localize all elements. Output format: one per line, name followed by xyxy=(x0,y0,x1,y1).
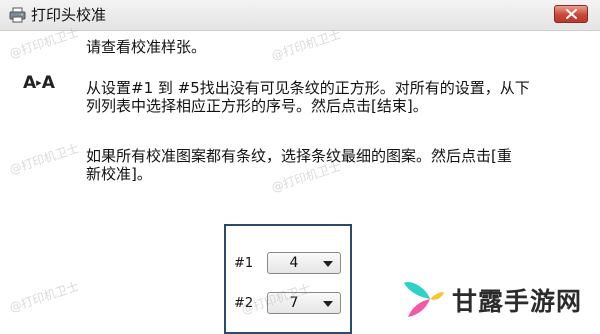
alignment-icon-letter-left: A xyxy=(23,73,36,93)
brand-logo-icon xyxy=(404,281,444,317)
alignment-icon: A▸A xyxy=(23,73,55,93)
brand-name: 甘露手游网 xyxy=(452,287,583,316)
setting-label: #2 xyxy=(234,296,254,311)
setting-row-2: #2 7 xyxy=(234,292,349,316)
brand-logo: 甘露手游网 xyxy=(400,275,590,321)
setting-label: #1 xyxy=(234,256,254,271)
instruction-paragraph-1-line: 从设置#1 到 #5找出没有可见条纹的正方形。对所有的设置，从下 xyxy=(86,79,530,97)
alignment-icon-arrow: ▸ xyxy=(36,76,41,89)
title-bar: 打印头校准 xyxy=(0,0,600,31)
instruction-paragraph-1: 从设置#1 到 #5找出没有可见条纹的正方形。对所有的设置，从下 列列表中选择相… xyxy=(86,79,530,115)
select-value: 7 xyxy=(289,295,299,311)
chevron-down-icon xyxy=(323,301,333,307)
close-icon xyxy=(566,9,577,19)
window-title: 打印头校准 xyxy=(31,6,107,24)
instruction-paragraph-1-line: 列列表中选择相应正方形的序号。然后点击[结束]。 xyxy=(86,97,428,115)
instruction-paragraph-2-line: 新校准]。 xyxy=(86,165,152,183)
alignment-icon-letter-right: A xyxy=(41,73,55,93)
instruction-heading: 请查看校准样张。 xyxy=(86,38,207,56)
printer-icon xyxy=(9,7,26,23)
instruction-paragraph-2: 如果所有校准图案都有条纹，选择条纹最细的图案。然后点击[重 新校准]。 xyxy=(86,147,512,183)
instruction-paragraph-2-line: 如果所有校准图案都有条纹，选择条纹最细的图案。然后点击[重 xyxy=(86,147,512,165)
settings-group: #1 4 #2 7 xyxy=(224,224,352,334)
setting-1-select[interactable]: 4 xyxy=(267,252,341,274)
setting-2-select[interactable]: 7 xyxy=(267,292,341,314)
select-value: 4 xyxy=(289,255,299,271)
chevron-down-icon xyxy=(323,261,333,267)
setting-row-1: #1 4 xyxy=(234,252,349,276)
close-button[interactable] xyxy=(554,5,588,23)
